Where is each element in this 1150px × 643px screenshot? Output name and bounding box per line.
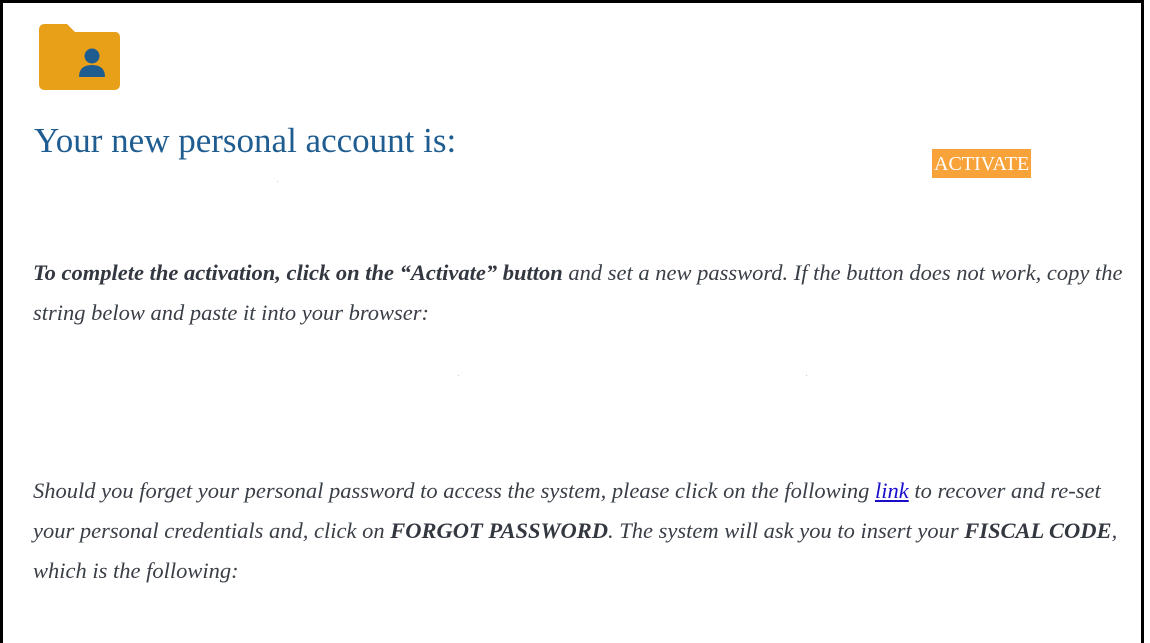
stray-dot bbox=[277, 181, 278, 182]
fiscal-code-label: FISCAL CODE bbox=[964, 518, 1112, 543]
recovery-link[interactable]: link bbox=[875, 478, 909, 503]
forgot-password-label: FORGOT PASSWORD bbox=[390, 518, 608, 543]
activation-instructions: To complete the activation, click on the… bbox=[33, 253, 1123, 333]
recovery-text-1: Should you forget your personal password… bbox=[33, 478, 875, 503]
folder-user-icon bbox=[39, 24, 120, 90]
recovery-text-3: . The system will ask you to insert your bbox=[607, 518, 965, 543]
activation-instructions-bold: To complete the activation, click on the… bbox=[33, 260, 563, 285]
page-title: Your new personal account is: bbox=[34, 121, 457, 160]
activate-button[interactable]: ACTIVATE bbox=[932, 149, 1032, 178]
email-body: Your new personal account is: ACTIVATE T… bbox=[0, 0, 1144, 643]
password-recovery-instructions: Should you forget your personal password… bbox=[33, 471, 1123, 591]
stray-dot bbox=[806, 375, 807, 376]
stray-dot bbox=[458, 375, 459, 376]
